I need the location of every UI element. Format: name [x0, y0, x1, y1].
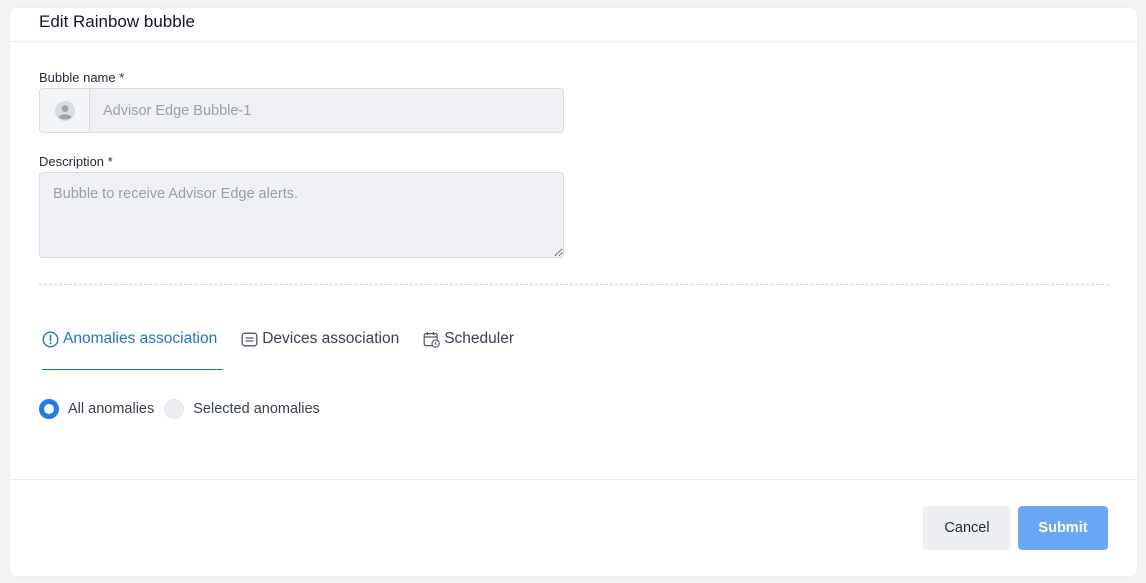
user-avatar-icon	[54, 100, 75, 121]
cancel-button[interactable]: Cancel	[923, 506, 1011, 550]
anomalies-radio-group: All anomalies Selected anomalies	[39, 399, 330, 419]
tab-label: Scheduler	[444, 330, 515, 347]
section-divider	[39, 284, 1109, 285]
tab-label: Devices association	[262, 330, 400, 347]
all-anomalies-radio[interactable]	[39, 399, 59, 419]
all-anomalies-label[interactable]: All anomalies	[68, 401, 154, 417]
submit-button[interactable]: Submit	[1018, 506, 1108, 550]
footer-divider	[10, 479, 1137, 480]
selected-anomalies-label[interactable]: Selected anomalies	[193, 401, 320, 417]
description-textarea[interactable]: Bubble to receive Advisor Edge alerts.	[39, 172, 564, 258]
bubble-name-field-group	[39, 88, 564, 133]
edit-bubble-dialog: Edit Rainbow bubble Bubble name * Descri…	[10, 8, 1137, 576]
bubble-name-label: Bubble name *	[39, 70, 125, 85]
association-tabs: Anomalies association Devices associatio…	[42, 324, 538, 370]
dialog-title: Edit Rainbow bubble	[39, 11, 195, 31]
avatar	[40, 89, 90, 132]
active-tab-indicator	[42, 369, 223, 370]
calendar-clock-icon	[423, 331, 440, 348]
alert-circle-icon	[42, 330, 59, 348]
tab-scheduler[interactable]: Scheduler	[423, 324, 514, 354]
description-label: Description *	[39, 154, 113, 169]
device-list-icon	[241, 331, 258, 348]
selected-anomalies-radio[interactable]	[164, 399, 185, 419]
bubble-name-input[interactable]	[90, 89, 563, 132]
dialog-header: Edit Rainbow bubble	[10, 8, 1137, 42]
tab-label: Anomalies association	[63, 330, 218, 347]
tab-devices-association[interactable]: Devices association	[241, 324, 399, 354]
tab-anomalies-association[interactable]: Anomalies association	[42, 324, 217, 354]
